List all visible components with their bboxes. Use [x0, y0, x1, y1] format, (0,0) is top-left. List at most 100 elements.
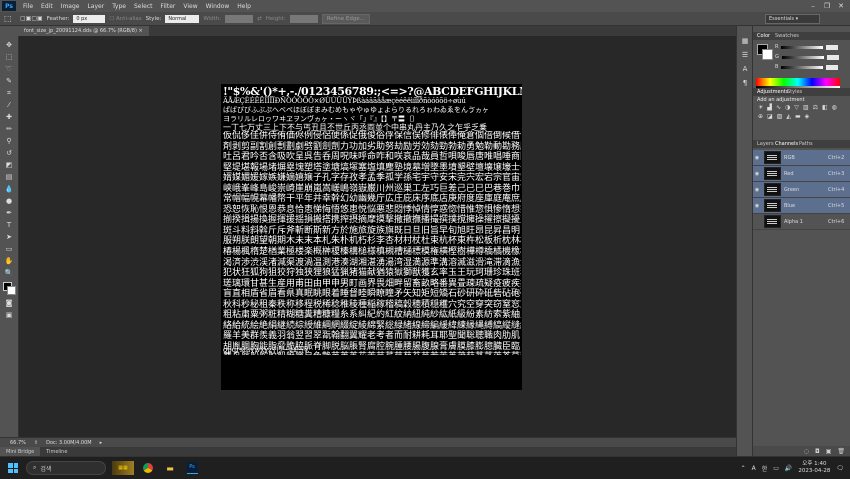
tab-color[interactable]: Color	[757, 32, 770, 40]
posterize-icon[interactable]: ▨	[777, 113, 783, 120]
exposure-icon[interactable]: ◑	[785, 104, 790, 111]
color-balance-icon[interactable]: ⚖	[813, 104, 818, 111]
marquee-tool-icon[interactable]: ⬚	[4, 14, 16, 23]
path-selection-tool-icon[interactable]: ➤	[3, 232, 15, 242]
marquee-tool-icon[interactable]: ⬚	[3, 52, 15, 62]
tab-adjustments[interactable]: Adjustments	[757, 88, 788, 96]
color-spectrum[interactable]	[756, 78, 840, 86]
gradient-map-icon[interactable]: ▬	[795, 113, 801, 120]
history-brush-tool-icon[interactable]: ↺	[3, 148, 15, 158]
photoshop-taskbar-icon[interactable]: Ps	[184, 461, 200, 475]
antialias-checkbox[interactable]: ☐ Anti-alias	[109, 16, 141, 22]
volume-icon[interactable]: 🔊	[785, 465, 792, 472]
maximize-icon[interactable]: ❐	[820, 0, 834, 12]
red-slider[interactable]: R	[775, 44, 841, 50]
notification-icon[interactable]: 🗨	[836, 465, 844, 472]
close-icon[interactable]: ✕	[834, 0, 848, 12]
ime-indicator[interactable]: A	[752, 465, 756, 472]
refine-edge-button[interactable]: Refine Edge...	[321, 13, 370, 24]
quick-mask-icon[interactable]: ◙	[3, 298, 15, 308]
new-channel-icon[interactable]: ▣	[826, 448, 832, 455]
channel-row-green[interactable]: ◉ Green Ctrl+4	[753, 182, 850, 198]
minimize-icon[interactable]: –	[806, 0, 820, 12]
eye-icon[interactable]: ◉	[753, 187, 761, 193]
taskbar-search[interactable]: ⌕ 검색	[26, 461, 106, 475]
lasso-tool-icon[interactable]: ➰	[3, 64, 15, 74]
menu-view[interactable]: View	[179, 3, 201, 10]
hue-saturation-icon[interactable]: ▥	[803, 104, 809, 111]
character-panel-icon[interactable]: A	[739, 64, 751, 74]
taskbar-clock[interactable]: 오후 1:40 2023-04-28	[798, 461, 830, 475]
crop-tool-icon[interactable]: ⌗	[3, 88, 15, 98]
network-icon[interactable]: ▭	[773, 465, 779, 472]
eyedropper-tool-icon[interactable]: ⁄	[3, 100, 15, 110]
channel-mixer-icon[interactable]: ⊕	[758, 113, 763, 120]
language-indicator[interactable]: 한	[762, 464, 768, 473]
type-tool-icon[interactable]: T	[3, 220, 15, 230]
channel-row-alpha[interactable]: Alpha 1 Ctrl+6	[753, 214, 850, 230]
brush-tool-icon[interactable]: ✏	[3, 124, 15, 134]
clone-stamp-tool-icon[interactable]: ⚲	[3, 136, 15, 146]
swap-icon[interactable]: ⇄	[257, 16, 262, 22]
menu-image[interactable]: Image	[57, 3, 84, 10]
hand-tool-icon[interactable]: ✋	[3, 256, 15, 266]
blue-slider[interactable]: B	[775, 64, 841, 70]
tray-chevron-icon[interactable]: ⌃	[741, 465, 746, 472]
dodge-tool-icon[interactable]: ●	[3, 196, 15, 206]
channel-row-red[interactable]: ◉ Red Ctrl+3	[753, 166, 850, 182]
workspace-select[interactable]: Essentials ▾	[765, 14, 820, 24]
tab-layers[interactable]: Layers	[757, 140, 774, 148]
channel-row-blue[interactable]: ◉ Blue Ctrl+5	[753, 198, 850, 214]
document-tab[interactable]: font_size_jp_20091124.dds @ 66.7% (RGB/8…	[18, 26, 149, 36]
menu-file[interactable]: File	[19, 3, 37, 10]
share-icon[interactable]: ⇪	[34, 440, 38, 446]
chrome-icon[interactable]	[140, 461, 156, 475]
windows-start-icon[interactable]	[8, 463, 18, 473]
blur-tool-icon[interactable]: 💧	[3, 184, 15, 194]
channel-row-rgb[interactable]: ◉ RGB Ctrl+2	[753, 150, 850, 166]
height-input[interactable]	[289, 14, 318, 23]
selection-mode-icons[interactable]: ▢▣▢▣	[20, 15, 43, 22]
healing-brush-tool-icon[interactable]: ✚	[3, 112, 15, 122]
pen-tool-icon[interactable]: ✒	[3, 208, 15, 218]
threshold-icon[interactable]: ◭	[786, 113, 791, 120]
tab-styles[interactable]: Styles	[787, 88, 802, 96]
paragraph-panel-icon[interactable]: ¶	[739, 78, 751, 88]
menu-type[interactable]: Type	[108, 3, 130, 10]
load-selection-icon[interactable]: ◌	[804, 448, 809, 455]
tab-timeline[interactable]: Timeline	[40, 447, 73, 456]
tab-paths[interactable]: Paths	[799, 140, 813, 148]
menu-edit[interactable]: Edit	[37, 3, 57, 10]
history-panel-icon[interactable]: ▦	[739, 36, 751, 46]
photo-filter-icon[interactable]: ◍	[832, 104, 837, 111]
gradient-tool-icon[interactable]: ▤	[3, 172, 15, 182]
eye-icon[interactable]: ◉	[753, 155, 761, 161]
shape-tool-icon[interactable]: ▭	[3, 244, 15, 254]
tab-swatches[interactable]: Swatches	[775, 32, 799, 40]
menu-filter[interactable]: Filter	[157, 3, 180, 10]
width-input[interactable]	[225, 14, 254, 23]
status-arrow-icon[interactable]: ▸	[100, 440, 103, 446]
feather-input[interactable]: 0 px	[73, 14, 106, 23]
tab-channels[interactable]: Channels	[775, 140, 798, 148]
style-select[interactable]: Normal	[165, 14, 200, 23]
screen-mode-icon[interactable]: ▣	[3, 310, 15, 320]
file-explorer-icon[interactable]: ▬	[162, 461, 178, 475]
green-slider[interactable]: G	[775, 54, 841, 60]
color-swatch-icon[interactable]	[3, 282, 16, 295]
quick-select-tool-icon[interactable]: ✎	[3, 76, 15, 86]
tab-mini-bridge[interactable]: Mini Bridge	[0, 447, 41, 456]
menu-help[interactable]: Help	[233, 3, 255, 10]
vibrance-icon[interactable]: ▽	[794, 104, 799, 111]
game-app-icon[interactable]: ▦▦	[112, 461, 134, 475]
eye-icon[interactable]: ◉	[753, 171, 761, 177]
curves-icon[interactable]: ∿	[776, 104, 781, 111]
brightness-icon[interactable]: ☀	[758, 104, 763, 111]
black-white-icon[interactable]: ◧	[822, 104, 828, 111]
save-selection-icon[interactable]: ◘	[815, 448, 820, 455]
properties-panel-icon[interactable]: ☰	[739, 50, 751, 60]
background-color-swatch[interactable]	[762, 49, 773, 60]
invert-icon[interactable]: ◪	[767, 113, 773, 120]
document-canvas[interactable]: !"$%&'()*+,-./0123456789:;<=>?@ABCDEFGHI…	[221, 84, 522, 390]
menu-window[interactable]: Window	[202, 3, 234, 10]
